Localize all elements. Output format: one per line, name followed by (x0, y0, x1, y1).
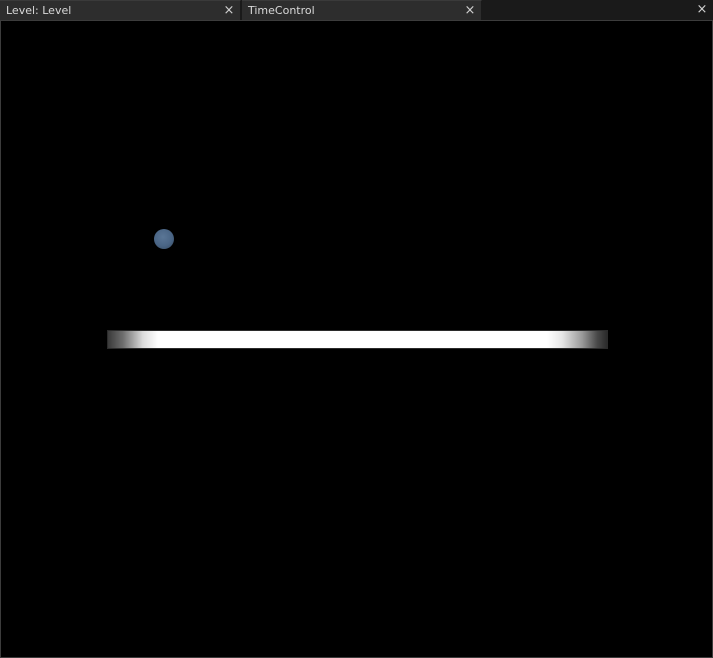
close-icon[interactable]: × (463, 1, 477, 21)
paddle (107, 330, 608, 349)
tab-timecontrol-label: TimeControl (248, 4, 315, 17)
tab-timecontrol[interactable]: TimeControl × (242, 0, 482, 20)
ball (154, 229, 174, 249)
tab-level-label: Level: Level (6, 4, 72, 17)
game-viewport[interactable] (0, 20, 713, 658)
tab-level[interactable]: Level: Level × (0, 0, 241, 20)
tab-bar: Level: Level × TimeControl × × (0, 0, 713, 20)
close-icon[interactable]: × (222, 1, 236, 21)
close-icon[interactable]: × (695, 0, 709, 20)
